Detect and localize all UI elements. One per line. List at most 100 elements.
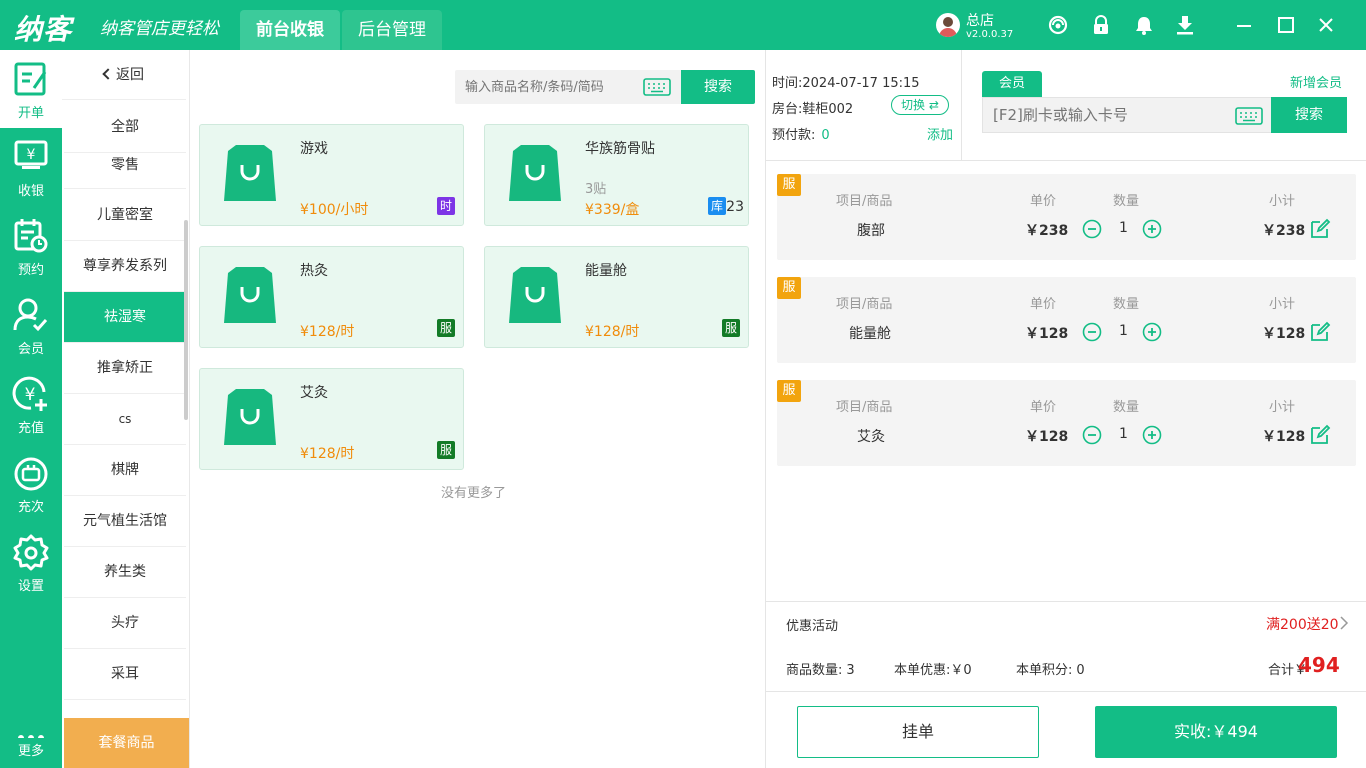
product-price: ¥100/小时 — [300, 202, 369, 218]
app-slogan: 纳客管店更轻松 — [100, 19, 219, 39]
product-card[interactable]: 艾灸 ¥128/时 服 — [199, 368, 464, 470]
product-card[interactable]: 游戏 ¥100/小时 时 — [199, 124, 464, 226]
switch-room-button[interactable]: 切换 ⇄ — [891, 95, 949, 115]
product-card[interactable]: 热灸 ¥128/时 服 — [199, 246, 464, 348]
category-dehumidify[interactable]: 祛湿寒 — [64, 292, 186, 343]
col-price-header: 单价 — [1030, 297, 1057, 312]
edit-icon[interactable] — [1309, 423, 1331, 445]
service-tag: 服 — [777, 380, 801, 402]
nav-label: 开单 — [17, 106, 44, 121]
plus-circle-icon[interactable] — [1142, 219, 1162, 239]
edit-icon[interactable] — [1309, 320, 1331, 342]
product-price: ¥339/盒 — [585, 202, 640, 218]
category-head-therapy[interactable]: 头疗 — [64, 598, 186, 649]
category-scrollbar[interactable] — [184, 220, 188, 420]
hang-order-button[interactable]: 挂单 — [797, 706, 1039, 758]
member-search-button[interactable]: 搜索 — [1271, 97, 1347, 133]
nav-more[interactable]: 更多 — [0, 690, 62, 768]
plus-circle-icon[interactable] — [1142, 425, 1162, 445]
nav-cashier[interactable]: ¥ 收银 — [0, 128, 62, 206]
product-price: ¥128/时 — [300, 324, 355, 340]
category-ear-cleaning[interactable]: 采耳 — [64, 649, 186, 700]
shopping-bag-icon — [509, 145, 561, 201]
category-massage[interactable]: 推拿矫正 — [64, 343, 186, 394]
product-card[interactable]: 能量舱 ¥128/时 服 — [484, 246, 749, 348]
nav-settings[interactable]: 设置 — [0, 523, 62, 601]
category-cs[interactable]: cs — [64, 394, 186, 445]
item-name: 能量舱 — [849, 326, 891, 342]
col-subtotal-header: 小计 — [1269, 297, 1296, 312]
time-value: 2024-07-17 15:15 — [802, 76, 920, 91]
more-dots-icon — [18, 735, 44, 738]
divider — [766, 160, 1366, 161]
edit-icon[interactable] — [1309, 217, 1331, 239]
prepay-label: 预付款: — [772, 128, 816, 143]
shopping-bag-icon — [224, 145, 276, 201]
nav-label: 更多 — [17, 744, 44, 759]
bell-icon[interactable] — [1133, 14, 1155, 36]
nav-member[interactable]: 会员 — [0, 286, 62, 364]
download-icon[interactable] — [1174, 14, 1196, 36]
item-name: 艾灸 — [857, 429, 885, 445]
category-wellness[interactable]: 养生类 — [64, 547, 186, 598]
col-price-header: 单价 — [1030, 400, 1057, 415]
add-prepay-link[interactable]: 添加 — [927, 124, 953, 143]
item-subtotal: ￥128 — [1262, 429, 1306, 445]
product-price: ¥128/时 — [300, 446, 355, 462]
category-all[interactable]: 全部 — [64, 102, 186, 153]
promo-value[interactable]: 满200送20 — [1266, 614, 1339, 634]
service-badge: 服 — [437, 441, 455, 459]
time-badge: 时 — [437, 197, 455, 215]
cash-register-icon: ¥ — [14, 140, 48, 169]
nav-label: 收银 — [17, 184, 44, 199]
discount-value: ￥0 — [950, 663, 972, 678]
chevron-left-icon — [102, 68, 114, 80]
app-version: v2.0.0.37 — [966, 29, 1014, 40]
minus-circle-icon[interactable] — [1082, 322, 1102, 342]
category-chess[interactable]: 棋牌 — [64, 445, 186, 496]
keyboard-icon[interactable] — [1235, 107, 1263, 125]
category-kids-escape[interactable]: 儿童密室 — [64, 190, 186, 241]
product-card[interactable]: 华族筋骨贴 3贴 ¥339/盒 库 23 — [484, 124, 749, 226]
tab-back-admin[interactable]: 后台管理 — [342, 10, 442, 50]
nav-recharge-count[interactable]: 充次 — [0, 444, 62, 522]
room-value: 鞋柜002 — [802, 102, 854, 117]
minus-circle-icon[interactable] — [1082, 219, 1102, 239]
close-icon[interactable] — [1315, 14, 1337, 36]
nav-label: 设置 — [17, 579, 44, 594]
nav-recharge[interactable]: ¥ 充值 — [0, 365, 62, 443]
nav-appointment[interactable]: 预约 — [0, 207, 62, 285]
switch-label: 切换 — [901, 98, 926, 112]
item-price: ￥128 — [1025, 429, 1069, 445]
minus-circle-icon[interactable] — [1082, 425, 1102, 445]
item-qty: 1 — [1119, 323, 1128, 339]
chevron-right-icon[interactable] — [1338, 615, 1350, 631]
plus-circle-icon[interactable] — [1142, 322, 1162, 342]
product-search-input[interactable] — [465, 70, 635, 104]
minimize-icon[interactable] — [1233, 14, 1255, 36]
category-vitality[interactable]: 元气植生活馆 — [64, 496, 186, 547]
col-item-header: 项目/商品 — [836, 400, 893, 415]
member-card-input[interactable] — [993, 98, 1223, 132]
stock-badge: 库 — [708, 197, 726, 215]
category-hair-series[interactable]: 尊享养发系列 — [64, 241, 186, 292]
category-list: 返回 全部 零售 儿童密室 尊享养发系列 祛湿寒 推拿矫正 cs 棋牌 元气植生… — [62, 50, 190, 768]
customer-service-icon[interactable] — [1047, 14, 1069, 36]
category-retail[interactable]: 零售 — [64, 153, 186, 189]
member-check-icon — [13, 298, 48, 332]
back-button[interactable]: 返回 — [62, 50, 186, 100]
new-member-link[interactable]: 新增会员 — [1290, 72, 1342, 91]
product-search-button[interactable]: 搜索 — [681, 70, 755, 104]
pay-button[interactable]: 实收:￥494 — [1095, 706, 1337, 758]
lock-icon[interactable] — [1090, 14, 1112, 36]
nav-open-order[interactable]: 开单 — [0, 50, 62, 128]
keyboard-icon[interactable] — [643, 78, 671, 96]
maximize-icon[interactable] — [1275, 14, 1297, 36]
divider — [766, 601, 1366, 602]
no-more-text: 没有更多了 — [441, 486, 507, 501]
app-logo: 纳客 — [14, 13, 73, 46]
package-products-button[interactable]: 套餐商品 — [64, 718, 189, 768]
col-item-header: 项目/商品 — [836, 297, 893, 312]
member-tab[interactable]: 会员 — [982, 71, 1042, 97]
tab-front-cashier[interactable]: 前台收银 — [240, 10, 340, 50]
